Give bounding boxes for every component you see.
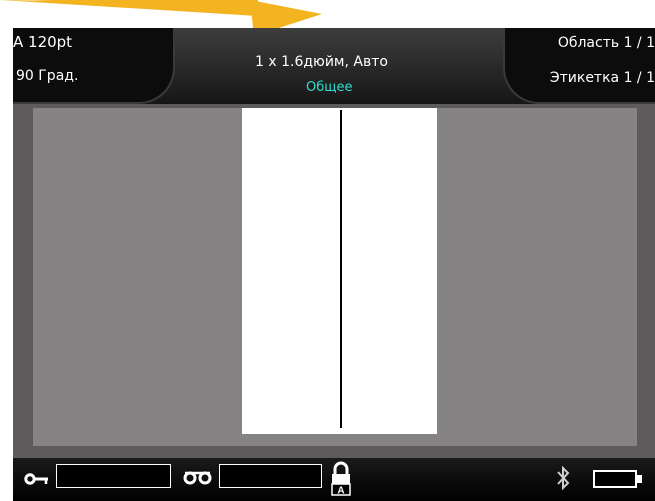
label-counter-text: Этикетка 1 / 1 [549, 70, 655, 86]
label-page[interactable] [242, 108, 437, 434]
tape-icon [183, 471, 212, 485]
tape-field[interactable] [219, 464, 322, 488]
lock-icon: A [331, 461, 351, 497]
area-counter-text: Область 1 / 1 [557, 35, 655, 51]
status-footer: A [13, 458, 655, 501]
bluetooth-icon [557, 465, 570, 491]
status-header: A 120pt 90 Град. 1 x 1.6дюйм, Авто Общее… [13, 28, 655, 104]
rotation-text: 90 Град. [16, 68, 79, 84]
battery-icon [593, 470, 642, 488]
font-size-text: A 120pt [13, 33, 73, 51]
svg-text:A: A [337, 486, 344, 497]
label-type-text: Общее [306, 80, 353, 95]
key-icon [24, 473, 48, 485]
printer-screen: A 120pt 90 Град. 1 x 1.6дюйм, Авто Общее… [13, 28, 655, 501]
label-size-text: 1 x 1.6дюйм, Авто [255, 54, 388, 70]
area-label-tab[interactable]: Область 1 / 1 Этикетка 1 / 1 [503, 28, 655, 104]
key-field[interactable] [56, 464, 171, 488]
label-editor-canvas[interactable] [33, 108, 637, 446]
text-cursor [340, 110, 342, 428]
font-rotation-tab[interactable]: A 120pt 90 Град. [13, 28, 175, 104]
